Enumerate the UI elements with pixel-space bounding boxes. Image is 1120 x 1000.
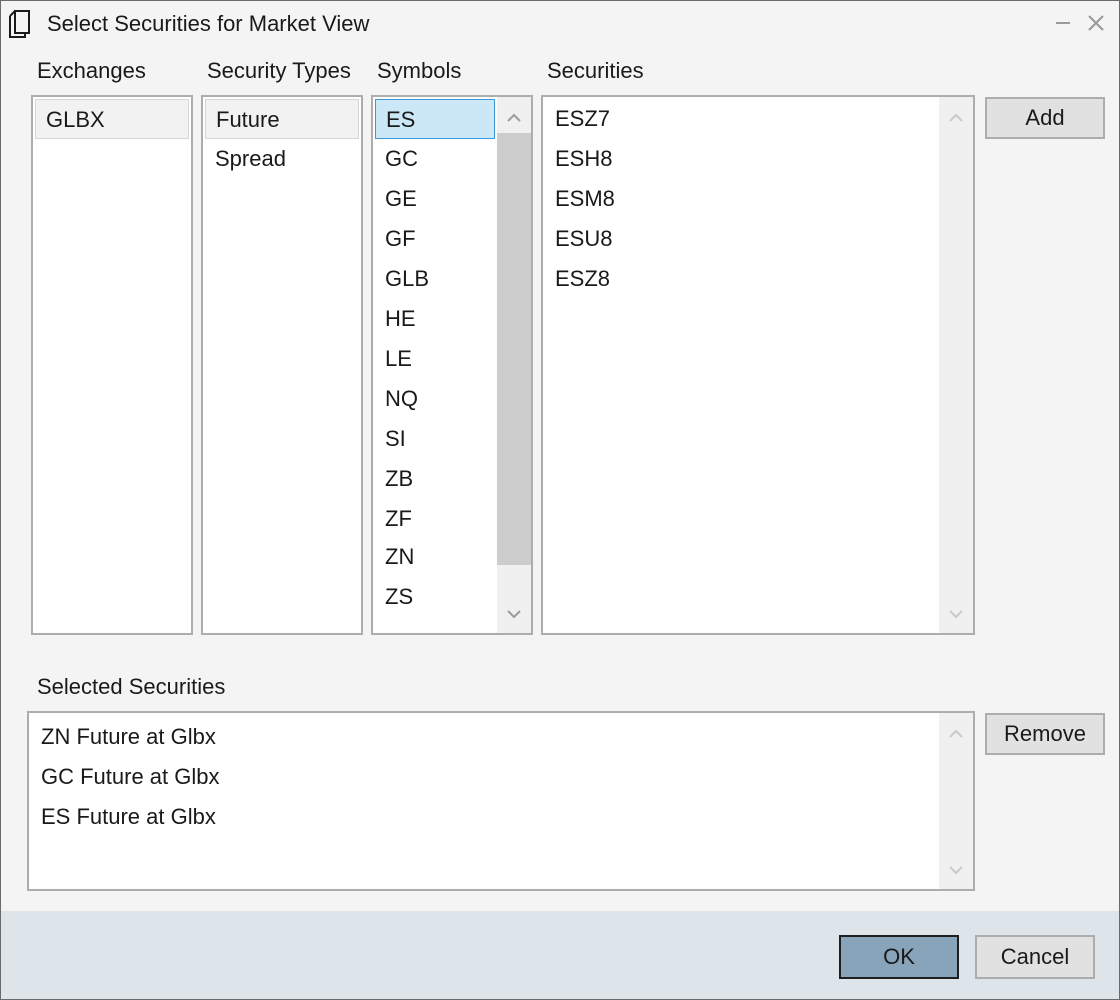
- chevron-down-icon[interactable]: [939, 855, 973, 885]
- selected-securities-list[interactable]: ZN Future at Glbx GC Future at Glbx ES F…: [27, 711, 975, 891]
- list-item[interactable]: ES: [375, 99, 495, 139]
- symbols-list[interactable]: ES GC GE GF GLB HE LE NQ SI ZB ZF ZN ZS: [371, 95, 533, 635]
- list-item[interactable]: GF: [375, 219, 495, 259]
- list-item[interactable]: ES Future at Glbx: [31, 797, 931, 837]
- list-item[interactable]: ESH8: [545, 139, 935, 179]
- symbols-scrollbar[interactable]: [497, 97, 531, 633]
- security-types-label: Security Types: [207, 58, 351, 83]
- list-item[interactable]: Future: [205, 99, 359, 139]
- list-item[interactable]: HE: [375, 299, 495, 339]
- list-item[interactable]: NQ: [375, 379, 495, 419]
- remove-button[interactable]: Remove: [985, 713, 1105, 755]
- list-item[interactable]: ZB: [375, 459, 495, 499]
- minimize-icon[interactable]: [1049, 9, 1079, 37]
- select-securities-dialog: Select Securities for Market View Exchan…: [0, 0, 1120, 1000]
- list-item[interactable]: GLBX: [35, 99, 189, 139]
- chevron-up-icon[interactable]: [497, 103, 531, 133]
- list-item[interactable]: GC: [375, 139, 495, 179]
- chevron-up-icon[interactable]: [939, 719, 973, 749]
- list-item[interactable]: ESZ7: [545, 99, 935, 139]
- cancel-button[interactable]: Cancel: [975, 935, 1095, 979]
- title-bar: Select Securities for Market View: [1, 1, 1119, 47]
- list-item[interactable]: Spread: [205, 139, 359, 179]
- window-title: Select Securities for Market View: [47, 11, 370, 36]
- document-icon: [9, 10, 30, 38]
- ok-button[interactable]: OK: [839, 935, 959, 979]
- securities-label: Securities: [547, 58, 644, 83]
- list-item[interactable]: ZF: [375, 499, 495, 539]
- exchanges-list[interactable]: GLBX: [31, 95, 193, 635]
- dialog-footer: OK Cancel: [1, 911, 1119, 999]
- list-item[interactable]: ESU8: [545, 219, 935, 259]
- list-item[interactable]: ESZ8: [545, 259, 935, 299]
- scrollbar-thumb[interactable]: [497, 133, 531, 565]
- chevron-up-icon[interactable]: [939, 103, 973, 133]
- add-button[interactable]: Add: [985, 97, 1105, 139]
- chevron-down-icon[interactable]: [939, 599, 973, 629]
- symbols-label: Symbols: [377, 58, 462, 83]
- selected-securities-scrollbar[interactable]: [939, 713, 973, 889]
- list-item[interactable]: ESM8: [545, 179, 935, 219]
- list-item[interactable]: GC Future at Glbx: [31, 757, 931, 797]
- security-types-list[interactable]: Future Spread: [201, 95, 363, 635]
- exchanges-label: Exchanges: [37, 58, 146, 83]
- list-item[interactable]: ZS: [375, 577, 495, 617]
- list-item[interactable]: GLB: [375, 259, 495, 299]
- list-item[interactable]: ZN Future at Glbx: [31, 717, 931, 757]
- close-icon[interactable]: [1081, 9, 1111, 37]
- list-item[interactable]: GE: [375, 179, 495, 219]
- list-item[interactable]: SI: [375, 419, 495, 459]
- list-item[interactable]: ZN: [375, 537, 495, 577]
- selected-securities-label: Selected Securities: [37, 674, 226, 699]
- securities-scrollbar[interactable]: [939, 97, 973, 633]
- chevron-down-icon[interactable]: [497, 599, 531, 629]
- securities-list[interactable]: ESZ7 ESH8 ESM8 ESU8 ESZ8: [541, 95, 975, 635]
- list-item[interactable]: LE: [375, 339, 495, 379]
